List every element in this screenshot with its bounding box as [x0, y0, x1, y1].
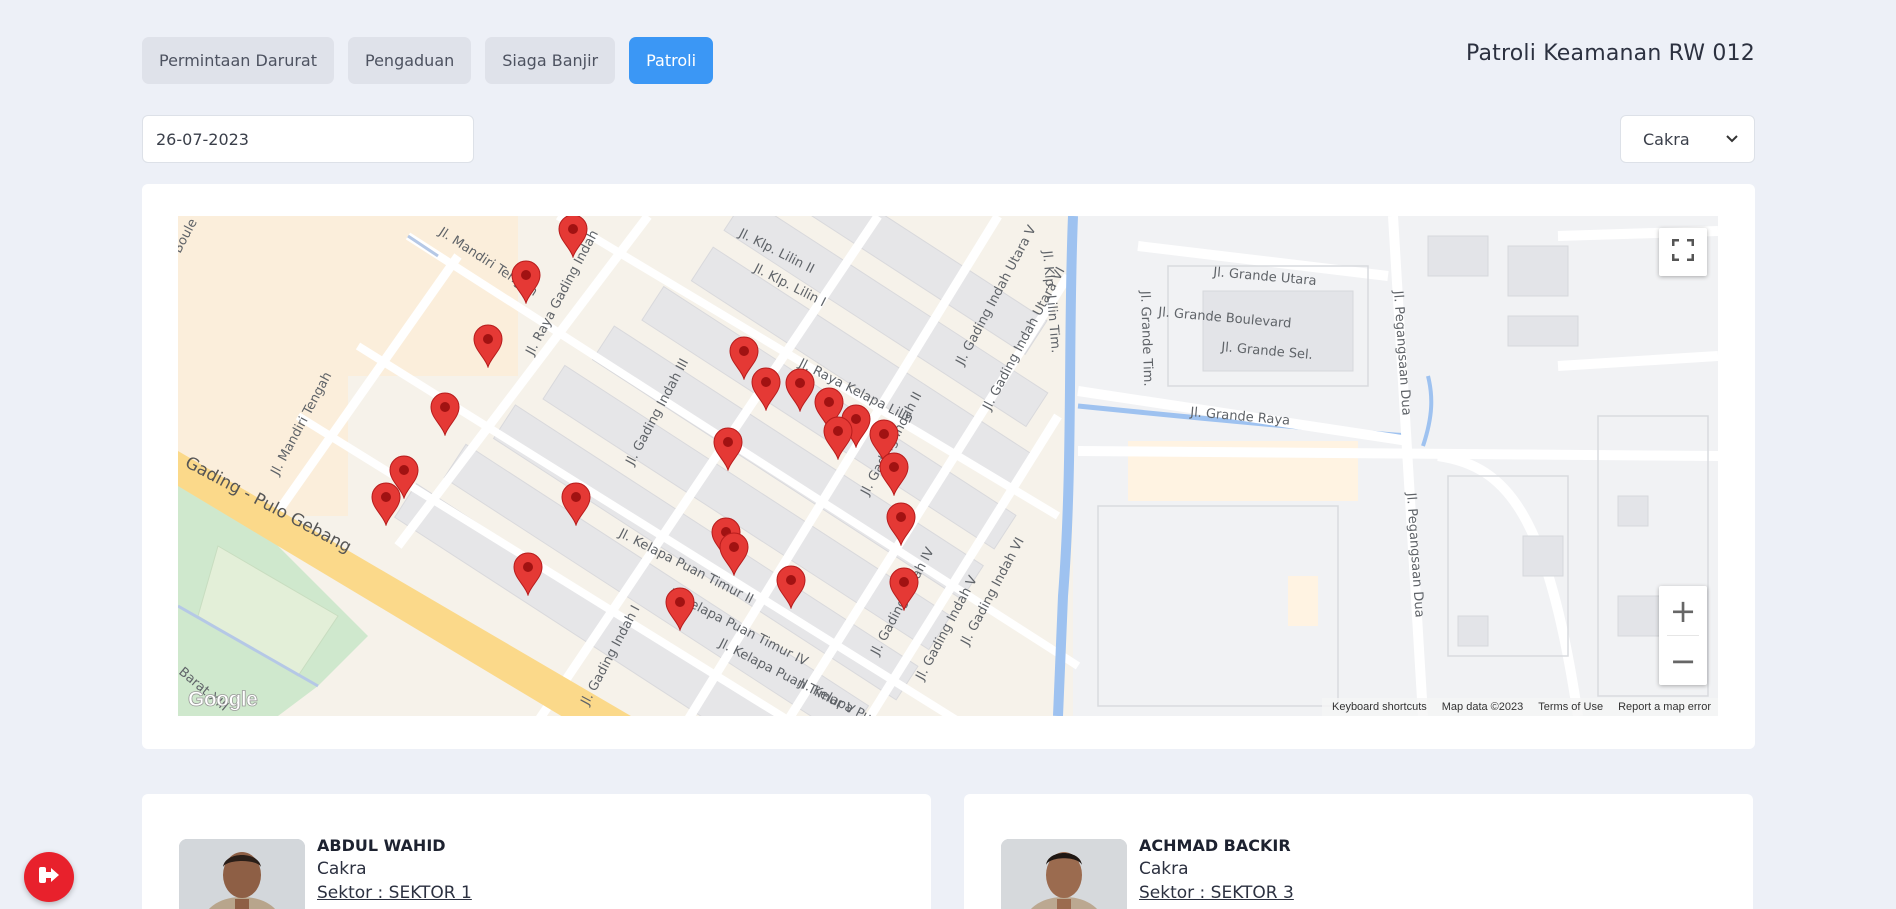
patrol-marker[interactable] — [785, 368, 815, 413]
officer-select-value: Cakra — [1643, 129, 1690, 149]
patrol-marker[interactable] — [823, 416, 853, 461]
patrol-marker[interactable] — [430, 392, 460, 437]
date-input[interactable]: 26-07-2023 — [142, 115, 474, 163]
patrol-marker[interactable] — [561, 482, 591, 527]
patrol-marker[interactable] — [473, 324, 503, 369]
report-error-link[interactable]: Report a map error — [1618, 701, 1711, 713]
patrol-marker[interactable] — [751, 367, 781, 412]
map-footer: Keyboard shortcuts Map data ©2023 Terms … — [1321, 698, 1718, 716]
officer-photo — [1001, 839, 1127, 909]
officer-name: ACHMAD BACKIR — [1139, 836, 1291, 855]
logout-icon — [38, 865, 60, 889]
tab-bar: Permintaan Darurat Pengaduan Siaga Banji… — [142, 37, 714, 84]
officer-photo — [179, 839, 305, 909]
officer-team: Cakra — [1139, 859, 1189, 879]
tab-permintaan-darurat[interactable]: Permintaan Darurat — [142, 37, 334, 84]
chevron-down-icon — [1726, 132, 1738, 146]
google-logo: Google — [188, 688, 259, 712]
patrol-marker[interactable] — [558, 216, 588, 259]
patrol-marker[interactable] — [511, 260, 541, 305]
patrol-map[interactable]: Jl. Mandiri Tengah Jl. Mandiri Tengah Jl… — [178, 216, 1718, 716]
patrol-marker[interactable] — [719, 532, 749, 577]
patrol-marker[interactable] — [886, 502, 916, 547]
date-value: 26-07-2023 — [156, 129, 249, 149]
tab-pengaduan[interactable]: Pengaduan — [348, 37, 472, 84]
map-card: Jl. Mandiri Tengah Jl. Mandiri Tengah Jl… — [142, 184, 1755, 749]
tab-siaga-banjir[interactable]: Siaga Banjir — [485, 37, 616, 84]
terms-link[interactable]: Terms of Use — [1538, 701, 1603, 713]
map-data-attribution: Map data ©2023 — [1441, 701, 1524, 713]
logout-button[interactable] — [24, 852, 74, 902]
patrol-marker[interactable] — [665, 587, 695, 632]
officer-sector-link[interactable]: Sektor : SEKTOR 1 — [317, 883, 472, 903]
officer-team: Cakra — [317, 859, 367, 879]
officer-select[interactable]: Cakra — [1620, 115, 1755, 163]
officer-card: ACHMAD BACKIR Cakra Sektor : SEKTOR 3 — [964, 794, 1753, 909]
officer-name: ABDUL WAHID — [317, 836, 446, 855]
officer-card: ABDUL WAHID Cakra Sektor : SEKTOR 1 — [142, 794, 931, 909]
officer-sector-link[interactable]: Sektor : SEKTOR 3 — [1139, 883, 1294, 903]
fullscreen-button[interactable] — [1659, 228, 1707, 276]
patrol-marker[interactable] — [776, 565, 806, 610]
tab-patroli[interactable]: Patroli — [629, 37, 714, 84]
page-title: Patroli Keamanan RW 012 — [1466, 41, 1755, 66]
patrol-marker[interactable] — [879, 452, 909, 497]
patrol-marker[interactable] — [371, 482, 401, 527]
keyboard-shortcuts-link[interactable]: Keyboard shortcuts — [1332, 701, 1427, 713]
zoom-out-button[interactable]: − — [1659, 636, 1707, 685]
patrol-marker[interactable] — [713, 427, 743, 472]
zoom-control: + − — [1659, 586, 1707, 685]
patrol-marker[interactable] — [889, 567, 919, 612]
fullscreen-icon — [1671, 238, 1695, 265]
zoom-in-button[interactable]: + — [1659, 586, 1707, 635]
patrol-marker[interactable] — [513, 552, 543, 597]
